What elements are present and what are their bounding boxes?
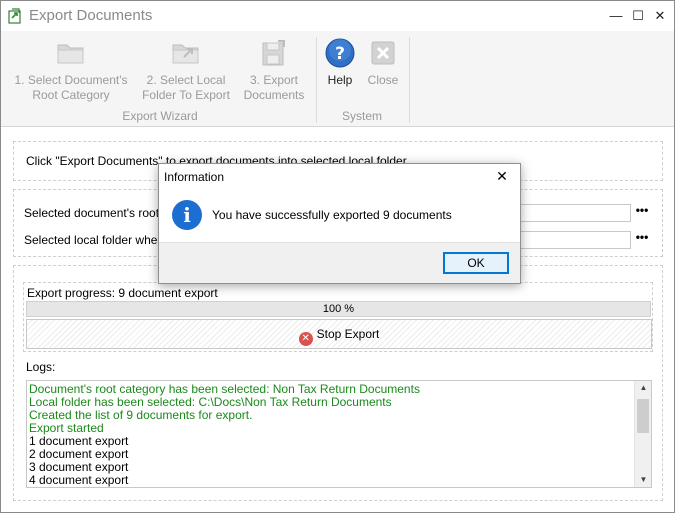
progress-percent-text: 100 % [322,303,355,315]
ribbon-separator [409,37,410,123]
export-documents-button[interactable]: 3. Export Documents [239,35,309,103]
dialog-body: i You have successfully exported 9 docum… [159,192,520,242]
export-app-icon [8,8,21,24]
logs-scrollbar[interactable]: ▲ ▼ [634,381,651,487]
minimize-button[interactable]: — [605,5,627,27]
ribbon-label-line1: 3. Export [249,73,299,87]
logs-textbox[interactable]: Document's root category has been select… [26,380,652,488]
ribbon-label-line2: Folder To Export [142,88,230,102]
ribbon-separator [316,37,317,123]
ribbon-label-line2: Root Category [32,88,110,102]
save-export-icon [262,40,285,66]
export-documents-window: Export Documents — ☐ ✕ 1. Select Documen… [0,0,675,513]
information-dialog: Information ✕ i You have successfully ex… [158,163,521,284]
close-icon [371,41,395,65]
dialog-title: Information [164,170,225,184]
ok-button[interactable]: OK [443,252,509,274]
stop-export-label: Stop Export [316,327,380,341]
log-line: 4 document export [29,473,129,487]
scroll-up-icon[interactable]: ▲ [635,381,651,395]
scroll-down-icon[interactable]: ▼ [635,473,651,487]
export-progress-label: Export progress: 9 document export [27,286,218,300]
ribbon-toolbar: 1. Select Document's Root Category 2. Se… [1,31,674,127]
info-icon: i [172,200,202,230]
help-label: Help [327,73,353,87]
maximize-button[interactable]: ☐ [627,5,649,27]
scroll-thumb[interactable] [637,399,649,433]
stop-icon: ✕ [298,332,313,346]
system-group-label: System [341,109,382,123]
ribbon-label-line2: Documents [243,88,305,102]
help-button[interactable]: ? Help [321,35,359,88]
help-icon: ? [325,38,355,68]
svg-text:?: ? [335,44,345,64]
close-window-button[interactable]: ✕ [649,5,671,27]
dialog-footer: OK [159,242,520,283]
export-progress-bar: 100 % [26,301,651,317]
ribbon-label-line1: 1. Select Document's [14,73,128,87]
dialog-message: You have successfully exported 9 documen… [212,208,452,222]
browse-local-folder-button[interactable]: ••• [631,231,653,249]
select-root-category-button[interactable]: 1. Select Document's Root Category [11,35,131,103]
export-wizard-group-label: Export Wizard [122,109,198,123]
stop-export-button[interactable]: ✕ Stop Export [26,319,652,349]
select-local-folder-button[interactable]: 2. Select Local Folder To Export [137,35,235,103]
close-label: Close [367,73,399,87]
window-title: Export Documents [29,7,153,24]
folder-icon [57,44,84,64]
logs-label: Logs: [26,360,56,374]
log-lines: Document's root category has been select… [29,383,420,487]
browse-root-category-button[interactable]: ••• [631,204,653,222]
dialog-close-button[interactable]: ✕ [492,166,512,186]
ribbon-label-line1: 2. Select Local [146,73,226,87]
folder-arrow-icon [172,44,199,64]
close-button[interactable]: Close [363,35,403,88]
title-bar: Export Documents — ☐ ✕ [1,1,674,31]
